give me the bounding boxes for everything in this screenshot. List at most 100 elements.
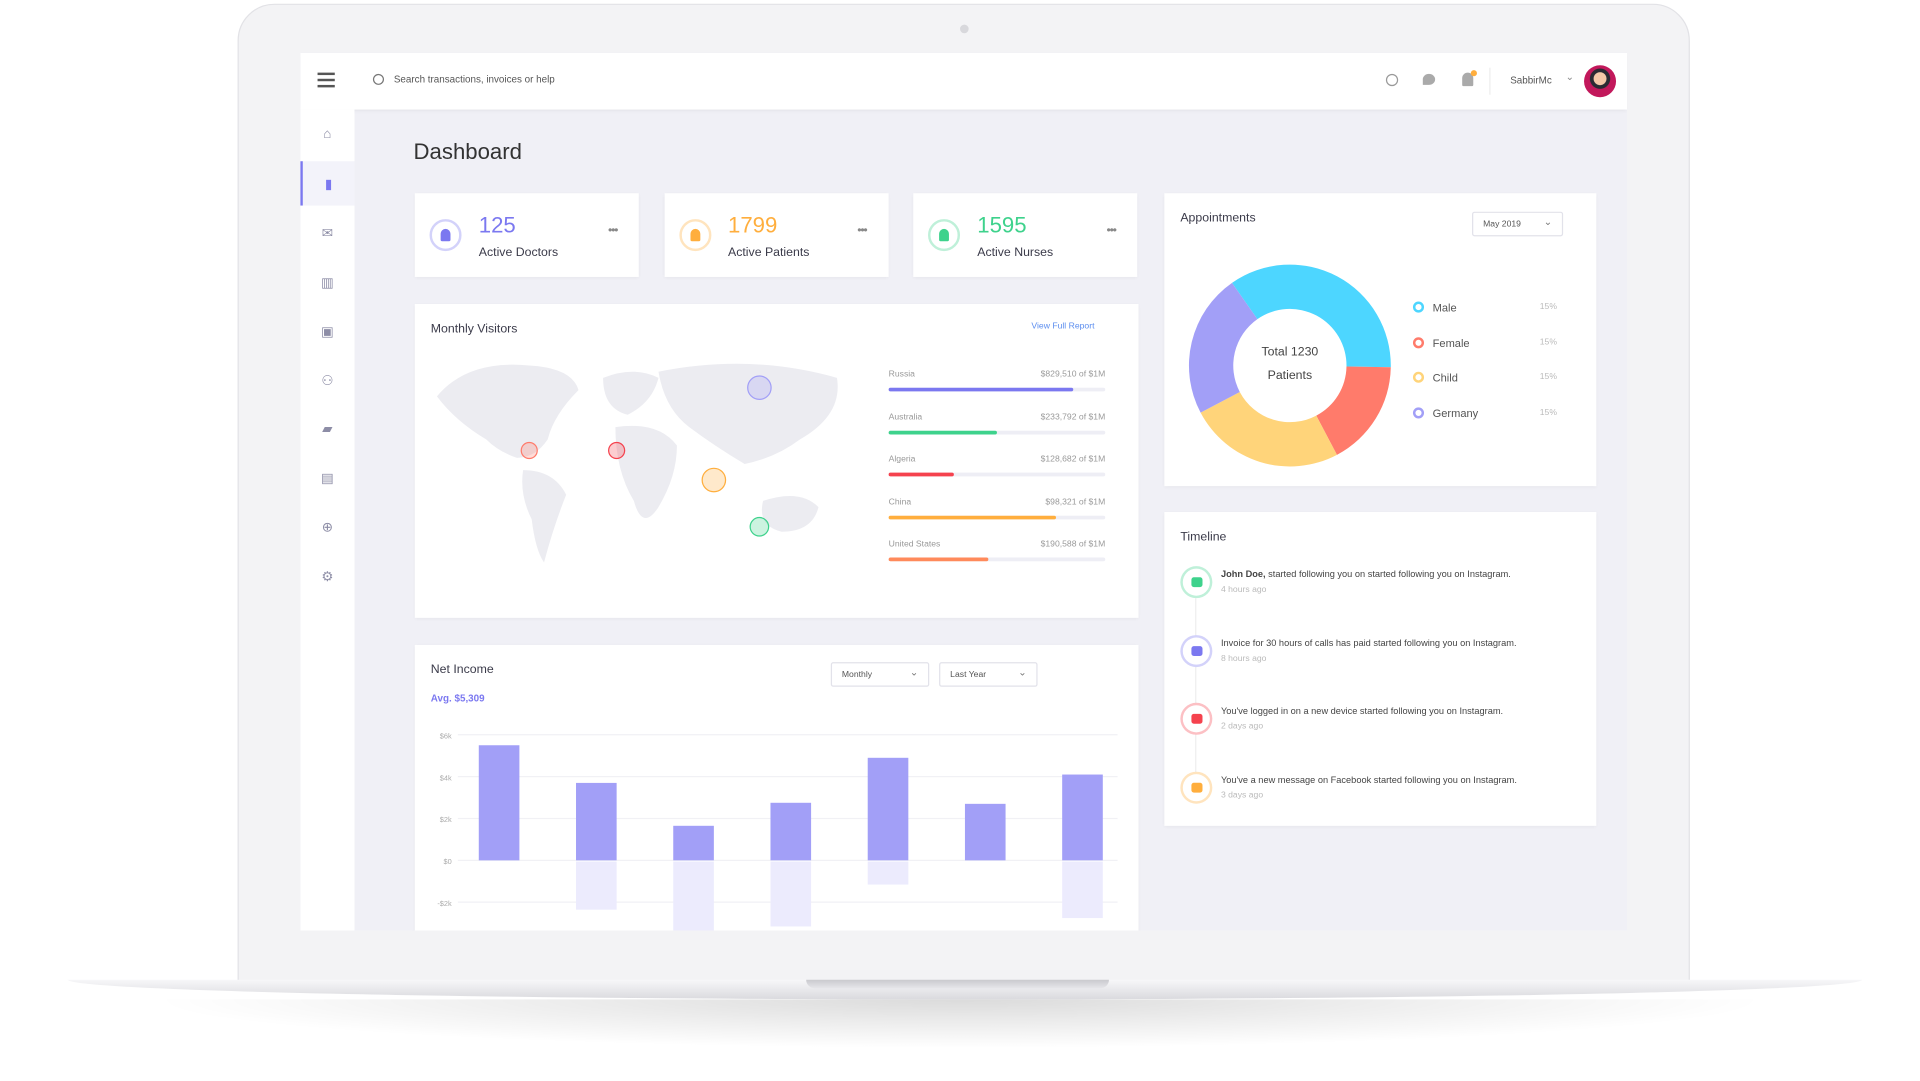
legend-label: Child (1432, 371, 1458, 385)
hamburger-menu-icon[interactable] (317, 72, 335, 88)
sidebar-item-settings[interactable]: ⚙ (300, 554, 354, 598)
chevron-down-icon: ⌄ (909, 667, 919, 679)
map-bubble[interactable] (747, 375, 772, 401)
sidebar-item-board[interactable]: ▥ (300, 260, 354, 304)
search-input[interactable]: Search transactions, invoices or help (394, 74, 555, 85)
more-options-icon[interactable]: ••• (857, 224, 867, 238)
stat-card: 1595 Active Nurses ••• (913, 193, 1138, 277)
lock-icon (1180, 702, 1213, 735)
period-select[interactable]: Monthly ⌄ (830, 662, 930, 687)
donut-subtitle: Patients (1267, 369, 1313, 383)
bar-positive[interactable] (673, 825, 714, 861)
legend-marker (1412, 406, 1425, 418)
legend-percent: 15% (1539, 302, 1557, 312)
timeline-message: You've logged in on a new device started… (1220, 705, 1504, 717)
average-income: Avg. $5,309 (430, 692, 485, 705)
sidebar-item-analytics[interactable]: ▮ (300, 161, 355, 206)
chat-icon[interactable] (1422, 73, 1436, 85)
month-value: May 2019 (1483, 219, 1521, 229)
stat-card: 1799 Active Patients ••• (664, 193, 889, 277)
country-amount: $128,682 of $1M (1040, 455, 1106, 465)
timeline-text: Invoice for 30 hours of calls has paid s… (1221, 637, 1517, 648)
bar-chart-icon: ▮ (324, 176, 333, 192)
timeline-message: You've a new message on Facebook started… (1220, 773, 1517, 785)
legend-marker (1412, 301, 1425, 313)
timeline-time: 8 hours ago (1220, 654, 1267, 663)
sidebar-item-calendar[interactable]: ▤ (300, 455, 354, 499)
bar-positive[interactable] (478, 745, 520, 861)
map-australia (761, 496, 819, 532)
bar-positive[interactable] (576, 782, 617, 861)
legend-label: Female (1432, 336, 1470, 349)
more-options-icon[interactable]: ••• (1106, 224, 1116, 238)
sidebar-item-users[interactable]: ⚇ (300, 358, 354, 402)
country-progress-fill (888, 387, 1073, 392)
top-bar: Search transactions, invoices or help Sa… (300, 52, 1628, 110)
chevron-down-icon[interactable]: ⌄ (1566, 71, 1574, 82)
person-glyph (440, 228, 451, 242)
timeline-message: started following you on started followi… (1265, 568, 1511, 580)
chevron-down-icon: ⌄ (1018, 667, 1027, 679)
sidebar-item-documents[interactable]: ▣ (300, 309, 354, 353)
user-icon: ⚇ (321, 373, 334, 389)
range-select[interactable]: Last Year ⌄ (939, 662, 1038, 687)
legend-label: Male (1432, 301, 1457, 314)
timeline-text: You've a new message on Facebook started… (1221, 774, 1517, 785)
month-select[interactable]: May 2019 ⌄ (1472, 211, 1564, 237)
globe-icon: ⊕ (321, 520, 334, 535)
timeline-line (1195, 598, 1197, 796)
sidebar-item-mail[interactable]: ✉ (300, 210, 354, 254)
chat-icon (1180, 771, 1213, 804)
country-progress-track (888, 472, 1106, 477)
donut-total: Total 1230 (1261, 345, 1319, 360)
y-tick-label: $2k (440, 815, 452, 824)
map-bubble[interactable] (608, 441, 626, 460)
sidebar-item-globe[interactable]: ⊕ (300, 505, 354, 549)
country-name: Russia (888, 370, 915, 380)
camera (960, 24, 969, 34)
map-bubble[interactable] (520, 441, 538, 460)
bar-positive[interactable] (1062, 774, 1103, 861)
bar-positive[interactable] (867, 757, 909, 861)
sidebar-item-messages[interactable]: ▰ (300, 406, 354, 450)
nurse-icon (928, 219, 961, 252)
legend-marker (1412, 371, 1425, 383)
map-bubble[interactable] (701, 467, 727, 493)
notification-dot (1470, 70, 1477, 77)
divider (1489, 67, 1491, 95)
country-progress-track (888, 557, 1106, 562)
donut-slice[interactable] (1200, 391, 1337, 467)
gear-icon: ⚙ (321, 569, 334, 585)
globe-icon[interactable] (1385, 73, 1399, 87)
icon-glyph (1190, 713, 1202, 724)
view-full-report-link[interactable]: View Full Report (1031, 322, 1094, 331)
map-bubble[interactable] (749, 516, 770, 537)
bar-negative[interactable] (576, 861, 617, 910)
chat-icon: ▰ (322, 421, 333, 437)
sidebar-item-home[interactable]: ⌂ (300, 112, 354, 156)
document-icon: ▣ (320, 324, 334, 340)
stat-label: Active Nurses (977, 246, 1054, 260)
bar-negative[interactable] (770, 861, 812, 927)
avatar[interactable] (1584, 65, 1617, 98)
legend-label: Germany (1432, 406, 1479, 420)
bar-negative[interactable] (1062, 861, 1103, 919)
bar-negative[interactable] (867, 861, 909, 885)
mail-icon: ✉ (321, 225, 334, 241)
bar-positive[interactable] (770, 802, 812, 861)
bar-positive[interactable] (964, 803, 1006, 861)
country-amount: $233,792 of $1M (1040, 412, 1106, 422)
sidebar: ⌂ ▮ ✉ ▥ ▣ ⚇ ▰ ▤ ⊕ ⚙ (300, 109, 355, 931)
net-income-chart: $6k $4k $2k $0 -$2k (437, 731, 1118, 931)
icon-glyph (1190, 782, 1202, 793)
appointments-card: Appointments May 2019 ⌄ Total 1230 Patien… (1164, 193, 1597, 487)
card-title: Timeline (1180, 530, 1227, 545)
board-icon: ▥ (320, 275, 334, 290)
donut-center-label: Total 1230 Patients (1216, 341, 1364, 388)
monthly-visitors-card: Monthly Visitors View Full Report Russia… (414, 304, 1139, 618)
timeline-text: John Doe, started following you on start… (1221, 569, 1511, 580)
more-options-icon[interactable]: ••• (608, 224, 618, 238)
country-progress-fill (888, 557, 989, 562)
username[interactable]: SabbirMc (1510, 75, 1552, 86)
bar-negative[interactable] (673, 861, 714, 931)
